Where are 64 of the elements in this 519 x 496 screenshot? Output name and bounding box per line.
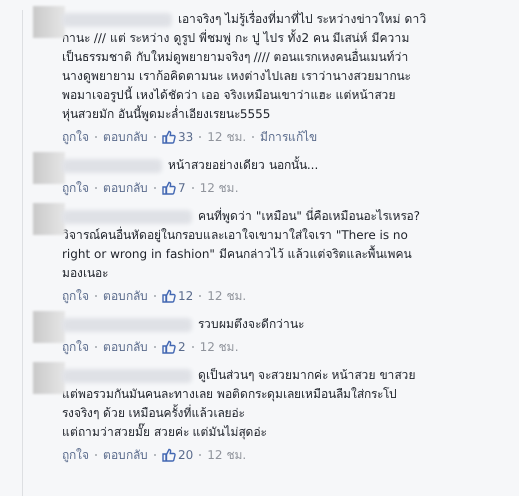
like-link[interactable]: ถูกใจ xyxy=(62,446,89,464)
like-count[interactable]: 7 xyxy=(162,179,186,197)
like-link[interactable]: ถูกใจ xyxy=(62,338,89,356)
separator-dot xyxy=(192,346,194,348)
thumbs-up-icon xyxy=(162,181,176,195)
comment-text: หุ่นสวยมัก อันนี้พูดมะล่ำเอียงเรยนะ5555 xyxy=(62,105,270,124)
blurred-name[interactable] xyxy=(62,158,162,172)
comment-time[interactable]: 12 ชม. xyxy=(207,128,246,146)
blurred-name[interactable] xyxy=(62,368,192,382)
blurred-name[interactable] xyxy=(62,318,192,332)
separator-dot xyxy=(199,136,202,138)
separator-dot xyxy=(154,346,156,348)
like-count[interactable]: 2 xyxy=(162,338,186,356)
reply-link[interactable]: ตอบกลับ xyxy=(103,179,148,197)
thumbs-up-icon xyxy=(162,340,176,354)
edited-label[interactable]: มีการแก้ไข xyxy=(260,128,318,146)
like-link[interactable]: ถูกใจ xyxy=(62,287,89,305)
reply-link[interactable]: ตอบกลับ xyxy=(103,128,148,146)
comment-text: แต่พอรวมกันมันคนละทางเลย พอติดกระดุมเลยเหมือนลืมใส่กระโป xyxy=(62,386,397,404)
separator-dot xyxy=(252,136,254,138)
reply-link[interactable]: ตอบกลับ xyxy=(103,338,148,356)
like-count[interactable]: 20 xyxy=(162,446,194,464)
separator-dot xyxy=(154,187,156,189)
separator-dot xyxy=(95,346,97,348)
like-count[interactable]: 33 xyxy=(162,128,194,146)
separator-dot xyxy=(95,136,97,138)
comment-time[interactable]: 12 ชม. xyxy=(207,287,246,305)
avatar[interactable] xyxy=(33,362,65,394)
comment-text: วิจารณ์คนอื่นหัดอยู่ในกรอบและเอาใจเขามาใส่ใจเรา "There is no xyxy=(62,226,408,244)
comment-time[interactable]: 12 ชม. xyxy=(200,338,239,356)
comment-text: เอาจริงๆ ไม่รู้เรื่องที่มาที่ไป ระหว่างข่าวใหม่ ดาวิ xyxy=(178,10,426,28)
separator-dot xyxy=(95,187,97,189)
like-link[interactable]: ถูกใจ xyxy=(62,128,89,146)
comment-text: รวบผมตึงจะดีกว่านะ xyxy=(198,316,304,333)
thumbs-up-icon xyxy=(162,130,176,144)
thumbs-up-icon xyxy=(162,289,176,303)
comment-text: นางดูพยายาม เราก้อคิดตามนะ เหงต่างไปเลย เราว่านางสวยมากนะ xyxy=(62,68,410,86)
thumbs-up-icon xyxy=(162,448,176,462)
separator-dot xyxy=(199,295,202,297)
separator-dot xyxy=(95,454,97,456)
comment-text: หน้าสวยอย่างเดียว นอกนั้น... xyxy=(168,156,318,174)
comment-text: คนที่พูดว่า "เหมือน" นี่คือเหมือนอะไรเหรอ? xyxy=(198,207,420,226)
separator-dot xyxy=(154,454,156,456)
comment-text: กานะ /// แต่ ระหว่าง ดูรูป พี่ชมพู่ กะ ปู ไปร ทั้ง2 คน มีเสน่ห์ มีความ xyxy=(62,29,410,48)
comment-text: right or wrong in fashion" มีคนกล่าวไว้ แล้วแต่จริตและพื้นเพคน xyxy=(62,245,412,263)
blurred-name[interactable] xyxy=(62,12,172,26)
separator-dot xyxy=(154,136,156,138)
blurred-name[interactable] xyxy=(62,210,192,224)
reply-link[interactable]: ตอบกลับ xyxy=(103,446,148,464)
comment-time[interactable]: 12 ชม. xyxy=(207,446,246,464)
comment-text: พอมาเจอรูปนี้ เหงได้ชัดว่า เออ จริงเหมือนเขาว่าแฮะ แต่หน้าสวย xyxy=(62,86,396,104)
like-count[interactable]: 12 xyxy=(162,287,194,305)
comment-text: เป็นธรรมชาติ กับใหม่ดูพยายามจริงๆ //// ตอนแรกเหงคนอื่นเมนท์ว่า xyxy=(62,48,409,66)
like-link[interactable]: ถูกใจ xyxy=(62,179,89,197)
separator-dot xyxy=(192,187,194,189)
comment-text: มองเนอะ xyxy=(62,265,108,282)
separator-dot xyxy=(95,295,97,297)
comment-time[interactable]: 12 ชม. xyxy=(200,179,239,197)
comment-text: ดูเป็นส่วนๆ จะสวยมากค่ะ หน้าสวย ขาสวย xyxy=(198,366,416,384)
reply-link[interactable]: ตอบกลับ xyxy=(103,287,148,305)
separator-dot xyxy=(199,454,202,456)
comment-text: แต่ถามว่าสวยมั๊ย สวยค่ะ แต่มันไม่สุดอ่ะ xyxy=(62,423,267,442)
separator-dot xyxy=(154,295,156,297)
comment-text: รงจริงๆ ด้วย เหมือนครั้งที่แล้วเลยอ่ะ xyxy=(62,404,245,422)
